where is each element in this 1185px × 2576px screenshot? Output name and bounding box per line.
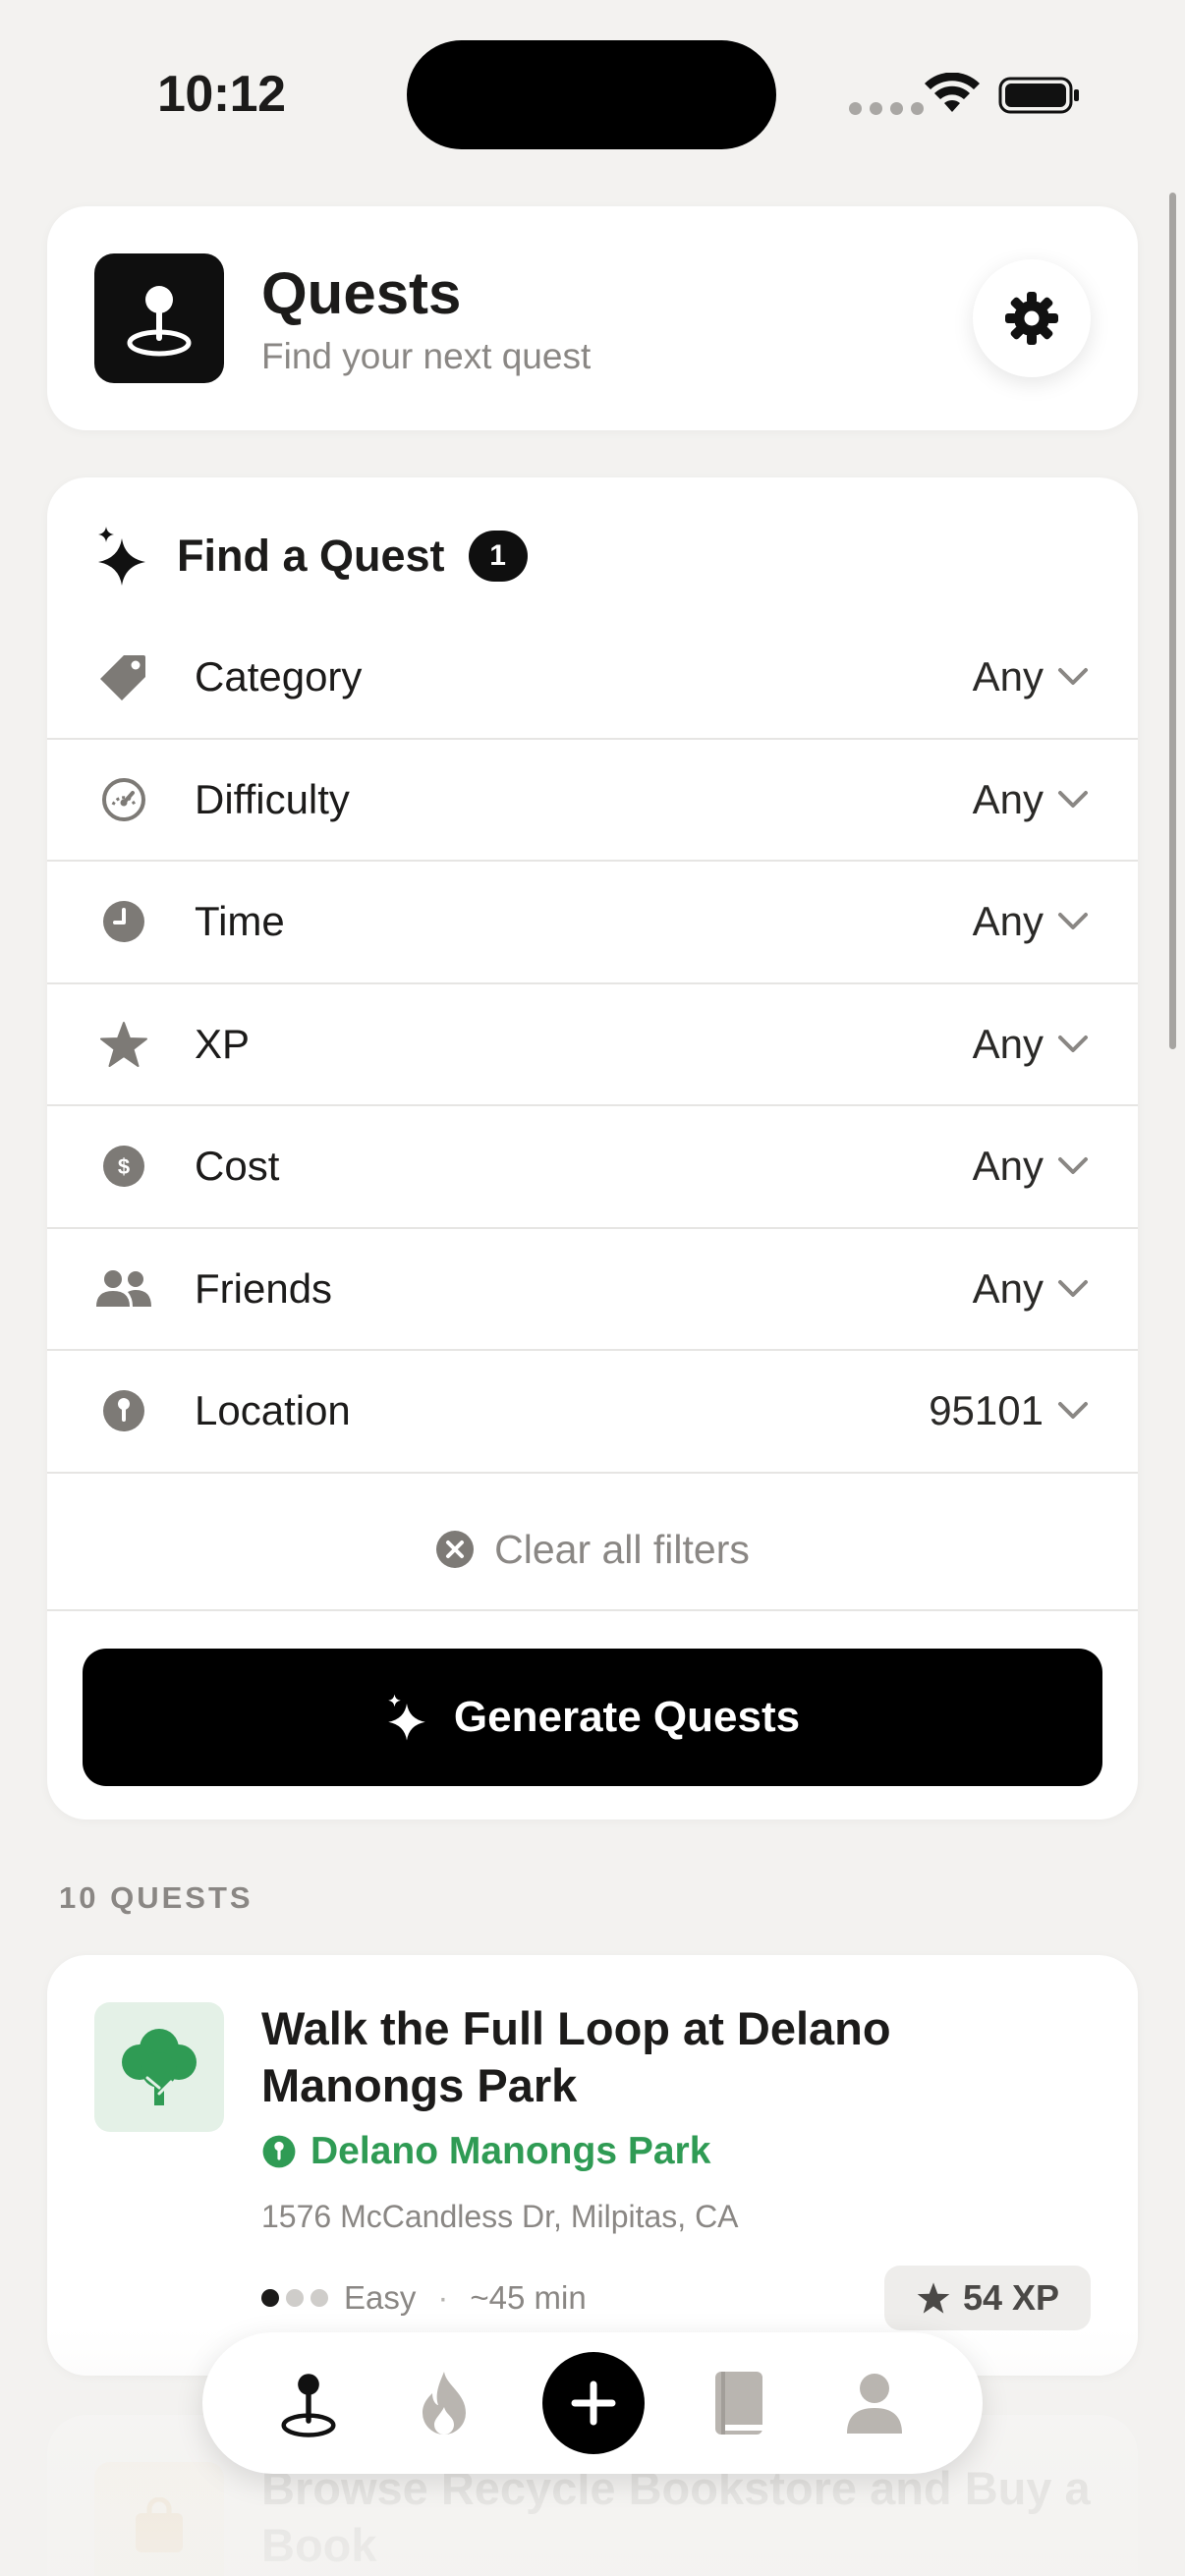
filter-list: Category Any Difficulty Any Time Any XP … bbox=[47, 617, 1138, 1474]
finder-title: Find a Quest bbox=[177, 531, 445, 581]
filter-label: Category bbox=[195, 653, 363, 700]
meta-separator: · bbox=[437, 2279, 449, 2316]
generate-quests-label: Generate Quests bbox=[453, 1693, 801, 1741]
quest-place-name: Delano Manongs Park bbox=[310, 2130, 711, 2172]
map-pin-icon bbox=[94, 253, 224, 383]
page-title: Quests bbox=[261, 260, 462, 326]
tab-streaks[interactable] bbox=[395, 2332, 493, 2474]
active-filter-count-badge: 1 bbox=[468, 531, 528, 582]
xp-badge: 54 XP bbox=[884, 2266, 1091, 2330]
add-quest-button[interactable] bbox=[542, 2352, 645, 2454]
difficulty-dot bbox=[286, 2289, 304, 2307]
map-pin-icon bbox=[281, 2374, 336, 2437]
filter-time[interactable]: Time Any bbox=[47, 862, 1138, 984]
difficulty-dot bbox=[261, 2289, 279, 2307]
battery-icon bbox=[998, 77, 1079, 114]
filter-label: Location bbox=[195, 1387, 351, 1434]
quest-meta: Easy · ~45 min bbox=[261, 2279, 587, 2317]
duration-label: ~45 min bbox=[470, 2279, 587, 2316]
wifi-icon bbox=[925, 73, 980, 112]
tab-quests[interactable] bbox=[259, 2332, 358, 2474]
generate-quests-button[interactable]: Generate Quests bbox=[83, 1649, 1102, 1786]
clock-icon bbox=[98, 896, 149, 947]
difficulty-indicator bbox=[261, 2289, 328, 2307]
quest-address: 1576 McCandless Dr, Milpitas, CA bbox=[261, 2199, 739, 2234]
people-icon bbox=[94, 1263, 153, 1315]
filter-label: Cost bbox=[195, 1143, 280, 1190]
settings-button[interactable] bbox=[973, 259, 1091, 377]
scrollbar[interactable] bbox=[1169, 193, 1176, 1049]
filter-value: Any bbox=[972, 898, 1044, 945]
clear-circle-icon bbox=[436, 1531, 475, 1568]
quest-count-label: 10 QUESTS bbox=[59, 1880, 254, 1915]
tab-profile[interactable] bbox=[825, 2332, 924, 2474]
gear-icon bbox=[1005, 292, 1058, 345]
difficulty-label: Easy bbox=[344, 2279, 417, 2316]
quest-finder-card: Find a Quest 1 Category Any Difficulty A… bbox=[47, 477, 1138, 1820]
filter-location[interactable]: Location 95101 bbox=[47, 1351, 1138, 1474]
sparkles-icon bbox=[98, 527, 145, 586]
filter-label: XP bbox=[195, 1020, 251, 1067]
quest-place[interactable]: Delano Manongs Park bbox=[261, 2130, 710, 2173]
filter-label: Difficulty bbox=[195, 775, 350, 822]
filter-xp[interactable]: XP Any bbox=[47, 984, 1138, 1106]
filter-cost[interactable]: $ Cost Any bbox=[47, 1106, 1138, 1229]
tab-journal[interactable] bbox=[690, 2332, 788, 2474]
filter-value: 95101 bbox=[929, 1387, 1044, 1434]
filter-label: Friends bbox=[195, 1264, 333, 1312]
filter-value: Any bbox=[972, 1020, 1044, 1067]
chevron-down-icon bbox=[1058, 913, 1088, 930]
difficulty-dot bbox=[310, 2289, 328, 2307]
gauge-icon bbox=[98, 774, 149, 825]
chevron-down-icon bbox=[1058, 1157, 1088, 1175]
tag-icon bbox=[98, 651, 149, 702]
filter-value: Any bbox=[972, 775, 1044, 822]
chevron-down-icon bbox=[1058, 1402, 1088, 1420]
chevron-down-icon bbox=[1058, 668, 1088, 686]
flame-icon bbox=[423, 2372, 466, 2435]
svg-text:$: $ bbox=[118, 1154, 130, 1179]
quest-card[interactable]: Walk the Full Loop at Delano Manongs Par… bbox=[47, 1955, 1138, 2376]
tree-icon bbox=[94, 2002, 224, 2132]
filter-label: Time bbox=[195, 898, 285, 945]
location-pin-icon bbox=[98, 1385, 149, 1436]
status-bar: 10:12 bbox=[0, 0, 1185, 187]
tab-bar bbox=[202, 2332, 983, 2474]
chevron-down-icon bbox=[1058, 1035, 1088, 1052]
clear-filters-label: Clear all filters bbox=[494, 1526, 750, 1572]
shopping-bag-icon bbox=[94, 2462, 224, 2576]
page-subtitle: Find your next quest bbox=[261, 336, 592, 376]
header-card: Quests Find your next quest bbox=[47, 206, 1138, 430]
chevron-down-icon bbox=[1058, 1279, 1088, 1297]
person-icon bbox=[847, 2374, 902, 2434]
filter-value: Any bbox=[972, 1264, 1044, 1312]
dynamic-island bbox=[407, 40, 776, 149]
filter-value: Any bbox=[972, 653, 1044, 700]
finder-header: Find a Quest 1 bbox=[94, 521, 528, 591]
cellular-signal-icon bbox=[849, 102, 924, 115]
star-icon bbox=[98, 1019, 149, 1070]
filter-difficulty[interactable]: Difficulty Any bbox=[47, 740, 1138, 862]
filter-value: Any bbox=[972, 1143, 1044, 1190]
filter-category[interactable]: Category Any bbox=[47, 617, 1138, 740]
xp-value: 54 XP bbox=[962, 2277, 1060, 2318]
filter-friends[interactable]: Friends Any bbox=[47, 1229, 1138, 1351]
clear-filters-button[interactable]: Clear all filters bbox=[47, 1489, 1138, 1611]
book-icon bbox=[715, 2372, 762, 2435]
plus-icon bbox=[571, 2380, 616, 2426]
chevron-down-icon bbox=[1058, 790, 1088, 808]
location-pin-icon bbox=[262, 2135, 296, 2168]
quest-title: Browse Recycle Bookstore and Buy a Book bbox=[261, 2462, 1091, 2571]
sparkles-icon bbox=[388, 1694, 425, 1741]
star-icon bbox=[917, 2282, 950, 2314]
quest-title: Walk the Full Loop at Delano Manongs Par… bbox=[261, 2002, 891, 2111]
status-time: 10:12 bbox=[157, 66, 286, 123]
dollar-icon: $ bbox=[98, 1141, 149, 1192]
